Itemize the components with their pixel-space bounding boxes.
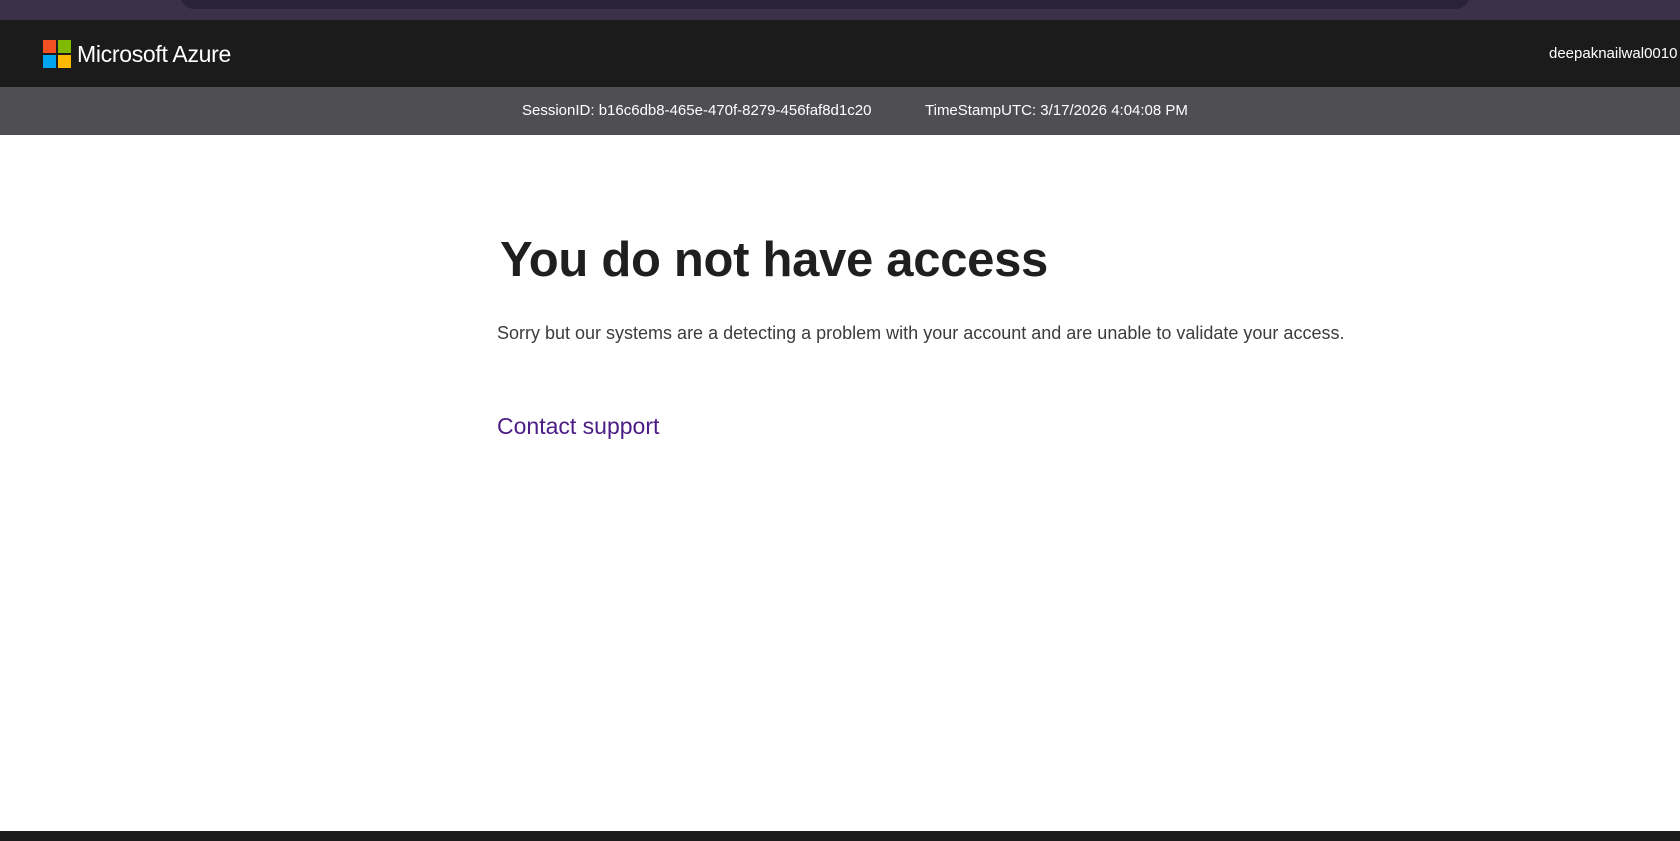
page-title: You do not have access [500, 233, 1048, 287]
bottom-bar [0, 831, 1680, 841]
timestamp-utc: TimeStampUTC: 3/17/2026 4:04:08 PM [925, 102, 1188, 119]
top-navigation-bar: Microsoft Azure deepaknailwal0010 [0, 20, 1680, 87]
error-message: Sorry but our systems are a detecting a … [497, 323, 1345, 343]
session-id: SessionID: b16c6db8-465e-470f-8279-456fa… [522, 102, 872, 119]
microsoft-azure-home-link[interactable]: Microsoft Azure [43, 40, 231, 68]
session-info-bar: SessionID: b16c6db8-465e-470f-8279-456fa… [0, 87, 1680, 135]
brand-name: Microsoft Azure [77, 41, 231, 67]
contact-support-link[interactable]: Contact support [497, 413, 659, 440]
browser-chrome-strip [0, 0, 1680, 20]
microsoft-logo-icon [43, 40, 71, 68]
signed-in-user-name[interactable]: deepaknailwal0010 [1549, 44, 1677, 64]
browser-address-area [180, 0, 1470, 9]
